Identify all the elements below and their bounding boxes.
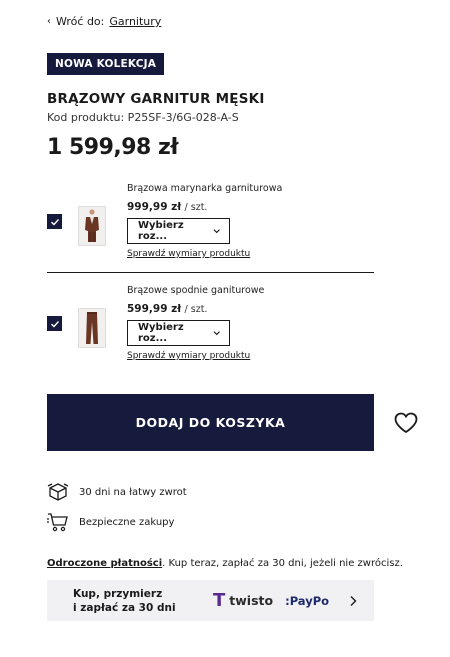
shopping-cart-icon: [47, 513, 68, 532]
chevron-right-icon: [350, 595, 357, 606]
item-name: Brązowa marynarka garniturowa: [127, 183, 283, 194]
product-price: 1 599,98 zł: [47, 135, 179, 160]
item-price: 999,99 zł / szt.: [127, 201, 208, 213]
add-to-cart-button[interactable]: DODAJ DO KOSZYKA: [47, 394, 374, 451]
check-icon: [50, 218, 59, 225]
product-code: Kod produktu: P25SF-3/6G-028-A-S: [47, 111, 239, 124]
box-return-icon: [47, 483, 69, 501]
twisto-banner[interactable]: Kup, przymierz i zapłać za 30 dni T twis…: [47, 580, 374, 621]
twisto-banner-text: Kup, przymierz i zapłać za 30 dni: [73, 587, 176, 614]
item-checkbox[interactable]: [47, 316, 62, 331]
check-dimensions-link[interactable]: Sprawdź wymiary produktu: [127, 249, 250, 259]
chevron-left-icon: ‹: [47, 16, 51, 27]
deferred-payment-info: Odroczone płatności. Kup teraz, zapłać z…: [47, 558, 403, 569]
item-name: Brązowe spodnie ganiturowe: [127, 285, 265, 296]
perk-label: Bezpieczne zakupy: [79, 516, 175, 528]
perk-returns: 30 dni na łatwy zwrot: [47, 481, 187, 503]
size-select[interactable]: Wybierz roz...: [127, 320, 230, 346]
paypo-logo: :PayPo: [285, 593, 330, 608]
size-select[interactable]: Wybierz roz...: [127, 218, 230, 244]
breadcrumb-link-garnitury[interactable]: Garnitury: [109, 15, 161, 28]
chevron-down-icon: [213, 229, 220, 234]
product-title: BRĄZOWY GARNITUR MĘSKI: [47, 91, 265, 107]
set-item-jacket: Brązowa marynarka garniturowa 999,99 zł …: [47, 183, 374, 273]
new-collection-badge: NOWA KOLEKCJA: [47, 53, 165, 75]
back-prefix: Wróć do:: [56, 15, 105, 28]
perk-secure: Bezpieczne zakupy: [47, 511, 174, 533]
deferred-payment-link[interactable]: Odroczone płatności: [47, 558, 162, 569]
product-thumbnail-jacket[interactable]: [78, 206, 106, 246]
perk-label: 30 dni na łatwy zwrot: [79, 486, 187, 498]
heart-icon[interactable]: [393, 411, 419, 435]
item-checkbox[interactable]: [47, 214, 62, 229]
back-link[interactable]: ‹ Wróć do: Garnitury: [47, 15, 161, 28]
item-price: 599,99 zł / szt.: [127, 303, 208, 315]
chevron-down-icon: [213, 331, 220, 336]
twisto-t-icon: T: [213, 590, 226, 611]
check-dimensions-link[interactable]: Sprawdź wymiary produktu: [127, 351, 250, 361]
product-thumbnail-trousers[interactable]: [78, 308, 106, 348]
twisto-logo: T twisto: [213, 590, 274, 611]
check-icon: [50, 320, 59, 327]
set-item-trousers: Brązowe spodnie ganiturowe 599,99 zł / s…: [47, 285, 374, 365]
